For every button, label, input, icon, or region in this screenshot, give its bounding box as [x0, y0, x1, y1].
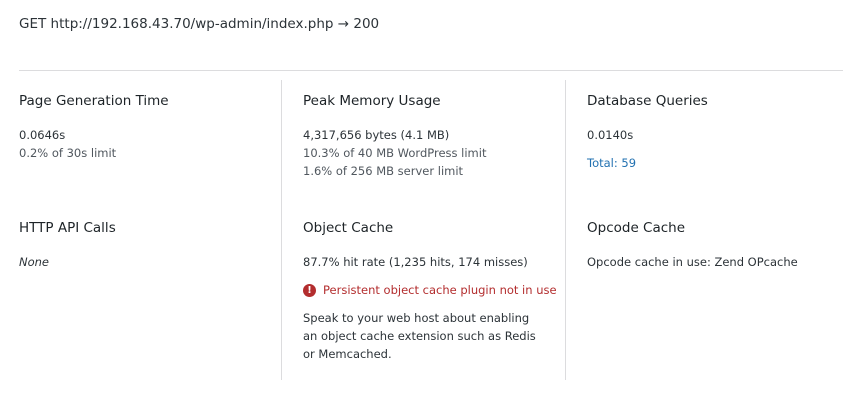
object-cache-advice: Speak to your web host about enabling an…	[303, 311, 536, 361]
peak-memory-value: 4,317,656 bytes (4.1 MB)	[303, 128, 450, 142]
object-cache-hit-rate: 87.7% hit rate (1,235 hits, 174 misses)	[303, 255, 528, 269]
column-divider	[565, 80, 566, 380]
http-api-calls-title: HTTP API Calls	[19, 220, 116, 236]
database-queries-total-link[interactable]: Total: 59	[587, 154, 636, 172]
database-queries-panel: Database Queries 0.0140s Total: 59	[587, 92, 837, 172]
peak-memory-wp-limit: 10.3% of 40 MB WordPress limit	[303, 146, 487, 160]
overview-grid: Page Generation Time 0.0646s 0.2% of 30s…	[0, 80, 843, 380]
page-generation-limit: 0.2% of 30s limit	[19, 146, 117, 160]
request-summary: GET http://192.168.43.70/wp-admin/index.…	[19, 16, 379, 32]
object-cache-warning: ! Persistent object cache plugin not in …	[303, 281, 557, 299]
request-url: http://192.168.43.70/wp-admin/index.php	[50, 16, 334, 32]
opcode-cache-value: Opcode cache in use: Zend OPcache	[587, 255, 798, 269]
http-api-calls-panel: HTTP API Calls None	[19, 219, 269, 271]
opcode-cache-title: Opcode Cache	[587, 220, 686, 236]
header-divider	[19, 70, 843, 71]
page-generation-value: 0.0646s	[19, 128, 66, 142]
peak-memory-title: Peak Memory Usage	[303, 93, 441, 109]
request-method: GET	[19, 16, 47, 32]
request-arrow: →	[337, 16, 350, 32]
database-queries-time: 0.0140s	[587, 128, 634, 142]
database-queries-title: Database Queries	[587, 93, 708, 109]
request-status: 200	[353, 16, 380, 32]
object-cache-panel: Object Cache 87.7% hit rate (1,235 hits,…	[303, 219, 557, 363]
object-cache-title: Object Cache	[303, 220, 394, 236]
peak-memory-panel: Peak Memory Usage 4,317,656 bytes (4.1 M…	[303, 92, 553, 180]
page-generation-title: Page Generation Time	[19, 93, 169, 109]
exclamation-circle-icon: !	[303, 283, 316, 297]
object-cache-warning-text: Persistent object cache plugin not in us…	[323, 283, 557, 297]
peak-memory-server-limit: 1.6% of 256 MB server limit	[303, 164, 464, 178]
page-generation-panel: Page Generation Time 0.0646s 0.2% of 30s…	[19, 92, 269, 162]
http-api-calls-value: None	[19, 255, 50, 269]
column-divider	[281, 80, 282, 380]
opcode-cache-panel: Opcode Cache Opcode cache in use: Zend O…	[587, 219, 837, 271]
